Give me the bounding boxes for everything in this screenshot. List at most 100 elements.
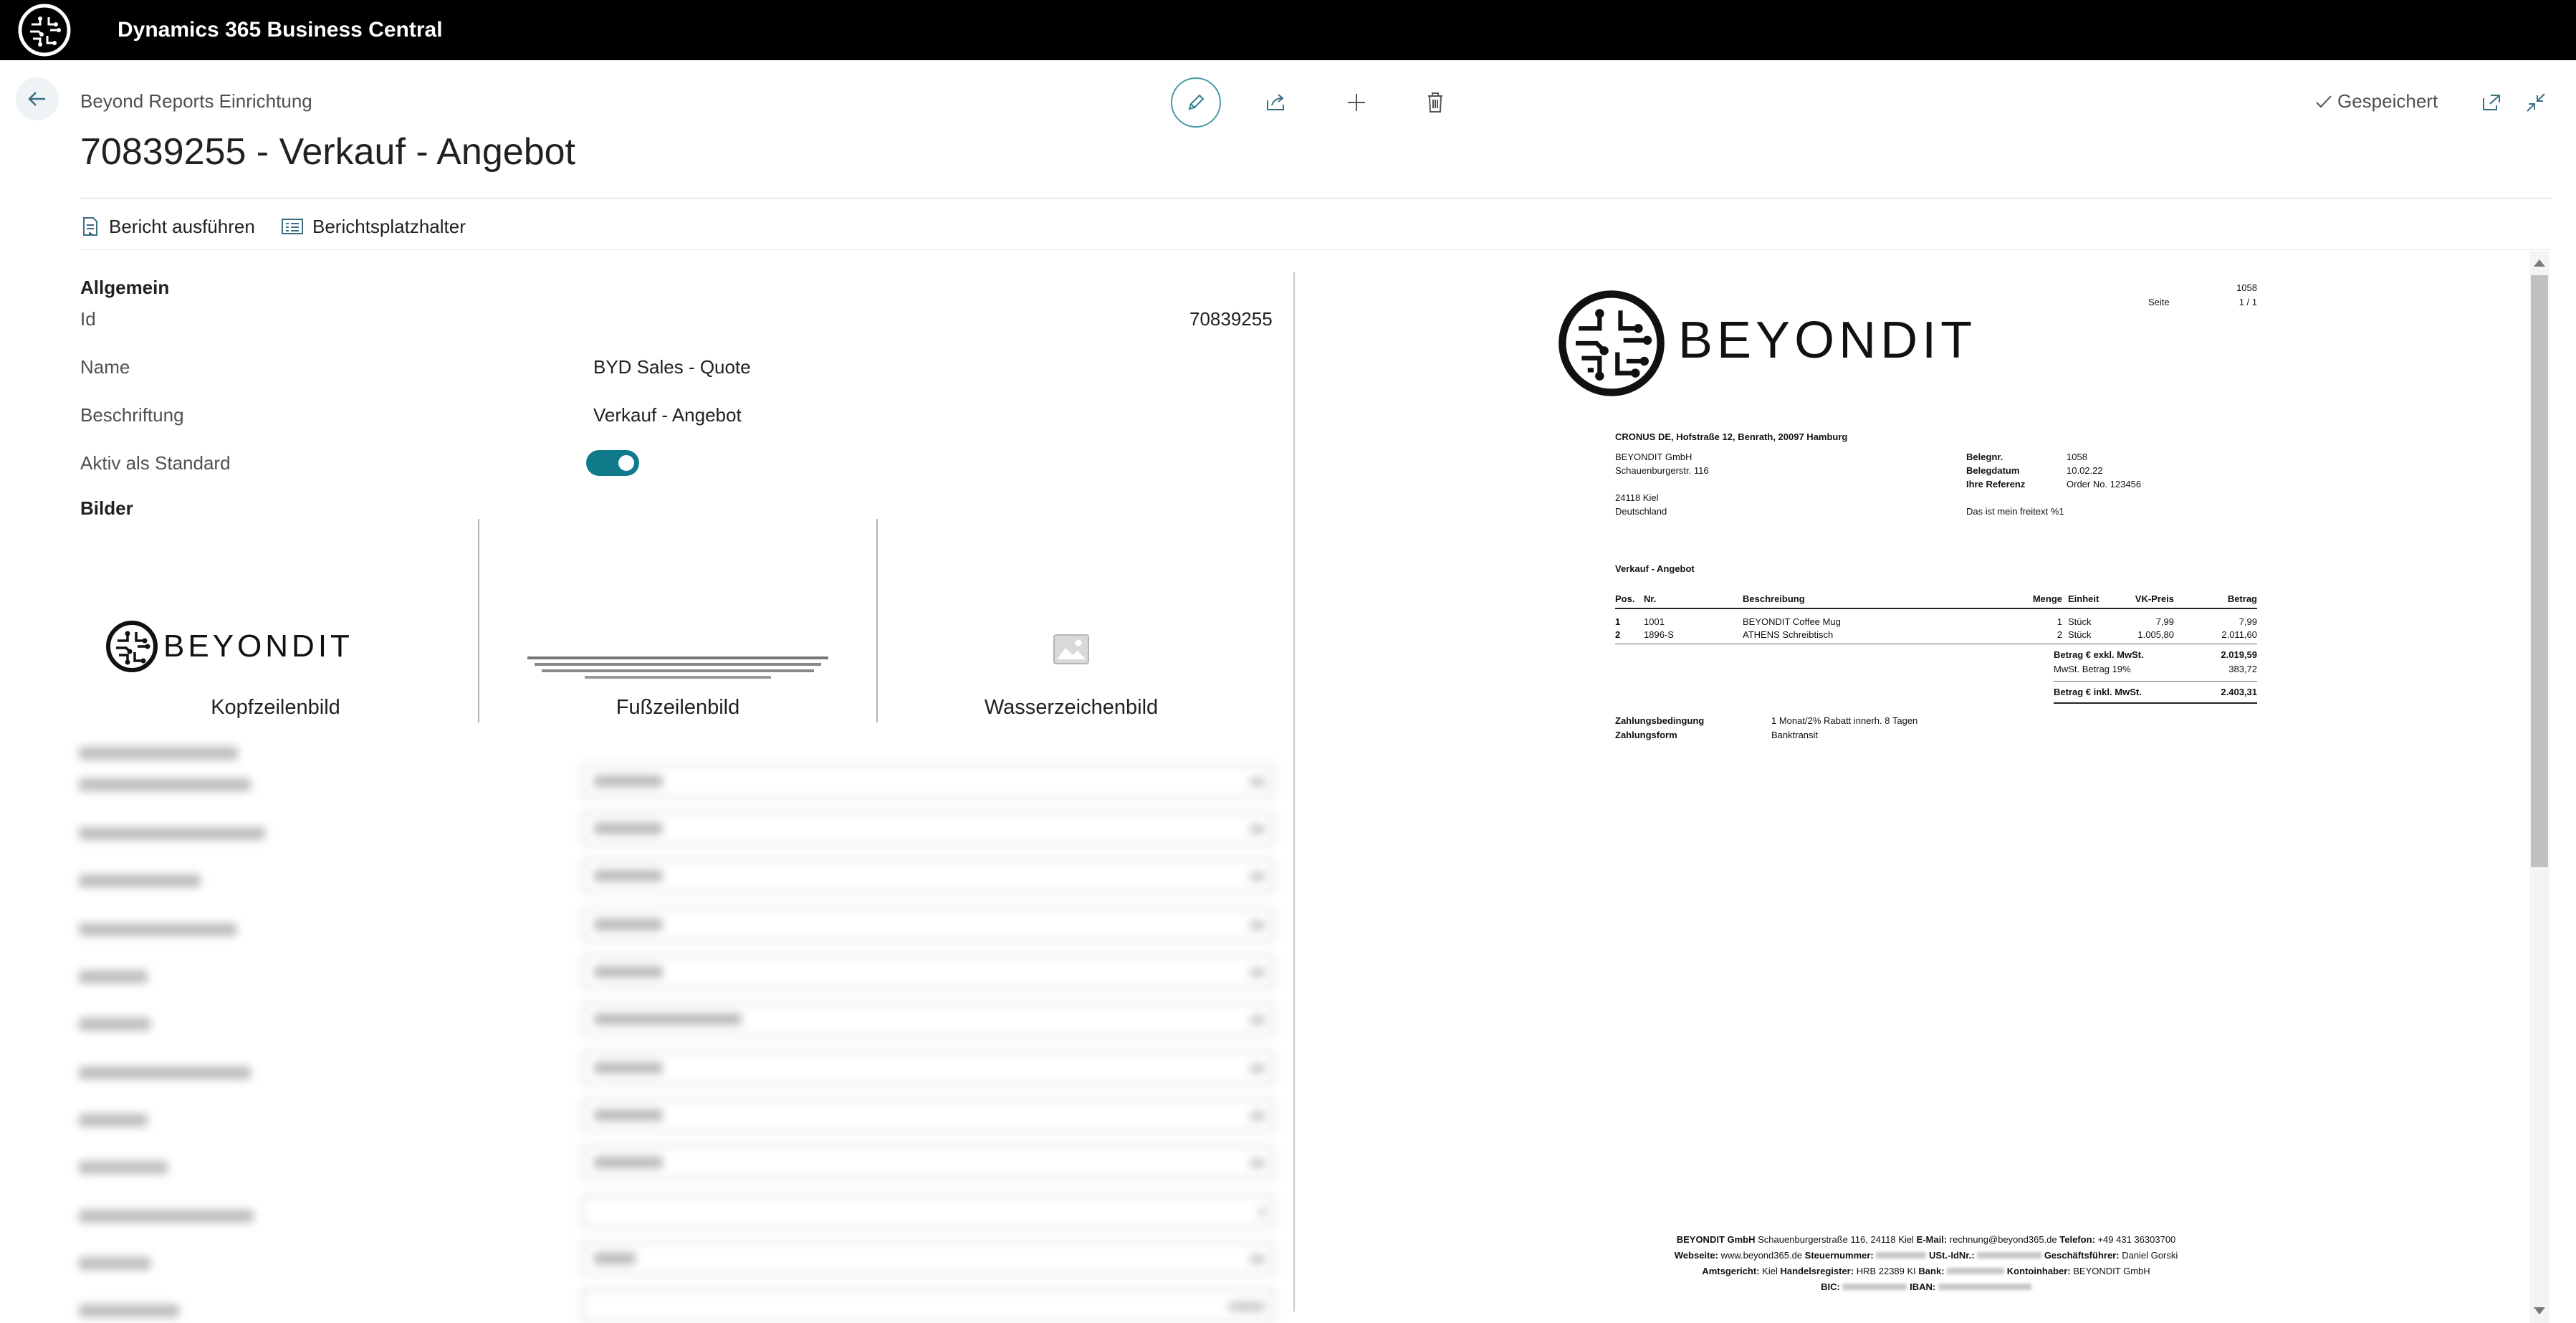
obscured-field[interactable] xyxy=(582,811,1274,846)
watermark-image-caption: Wasserzeichenbild xyxy=(984,696,1159,719)
report-line-price: 1.005,80 xyxy=(2137,629,2174,640)
collapse-icon xyxy=(2527,93,2545,112)
obscured-label xyxy=(79,1210,254,1223)
report-total-excl-label: Betrag € exkl. MwSt. xyxy=(2054,649,2144,660)
report-totals-rule xyxy=(2054,681,2257,682)
new-button[interactable] xyxy=(1331,77,1382,128)
arrow-left-icon xyxy=(28,92,45,106)
open-new-window-button[interactable] xyxy=(2476,87,2507,118)
share-button[interactable] xyxy=(1251,77,1301,128)
report-line-amount: 2.011,60 xyxy=(2221,629,2257,640)
image-placeholder-icon xyxy=(1053,634,1089,664)
scroll-up-icon[interactable] xyxy=(2534,259,2545,267)
scrollbar-thumb[interactable] xyxy=(2531,275,2548,867)
report-address-line: Schauenburgerstr. 116 xyxy=(1615,465,1709,476)
report-col-desc: Beschreibung xyxy=(1743,593,1805,604)
obscured-label xyxy=(79,1114,148,1127)
report-footer-bic-label: BIC: xyxy=(1821,1281,1840,1292)
back-button[interactable] xyxy=(16,77,59,120)
report-col-no: Nr. xyxy=(1644,593,1657,604)
report-meta-value: Order No. 123456 xyxy=(2067,479,2142,489)
report-line-pos: 2 xyxy=(1615,629,1621,640)
obscured-field[interactable] xyxy=(582,1098,1274,1132)
obscured-fields xyxy=(72,731,1290,1323)
header-divider xyxy=(80,198,2552,199)
obscured-field[interactable] xyxy=(582,764,1274,798)
delete-button[interactable] xyxy=(1410,77,1460,128)
obscured-label xyxy=(79,1066,251,1079)
report-footer-holder-label: Kontoinhaber: xyxy=(2006,1266,2071,1276)
report-line-qty: 1 xyxy=(2057,616,2062,627)
obscured-label xyxy=(79,827,265,840)
scroll-down-icon[interactable] xyxy=(2534,1307,2545,1314)
app-logo-icon[interactable] xyxy=(17,3,72,57)
footer-image-preview xyxy=(527,656,828,679)
report-footer-phone-label: Telefon: xyxy=(2059,1234,2095,1245)
plus-icon xyxy=(1348,94,1365,111)
report-line-unit: Stück xyxy=(2068,629,2092,640)
obscured-field[interactable] xyxy=(582,1051,1274,1085)
report-line-pos: 1 xyxy=(1615,616,1621,627)
breadcrumb[interactable]: Beyond Reports Einrichtung xyxy=(80,90,312,113)
obscured-label xyxy=(79,1257,150,1270)
section-general-title[interactable]: Allgemein xyxy=(80,277,169,299)
report-footer-register-label: Handelsregister: xyxy=(1780,1266,1854,1276)
app-title: Dynamics 365 Business Central xyxy=(118,18,443,42)
obscured-field[interactable] xyxy=(582,1241,1274,1276)
report-free-text: Das ist mein freitext %1 xyxy=(1966,506,2064,517)
report-preview: BEYONDIT 1058 Seite 1 / 1 CRONUS DE, Hof… xyxy=(1555,280,2257,1304)
active-default-toggle[interactable] xyxy=(586,450,639,476)
obscured-label xyxy=(79,1018,150,1031)
report-total-excl: 2.019,59 xyxy=(2221,649,2257,660)
report-footer-web-label: Webseite: xyxy=(1674,1250,1718,1261)
trash-icon xyxy=(1428,92,1442,113)
report-placeholder-action[interactable]: Berichtsplatzhalter xyxy=(281,212,466,241)
preview-scrollbar[interactable] xyxy=(2529,251,2549,1323)
obscured-field[interactable] xyxy=(582,955,1274,989)
report-footer-register: HRB 22389 KI xyxy=(1856,1266,1916,1276)
run-report-action[interactable]: Bericht ausführen xyxy=(80,212,255,241)
run-report-label: Bericht ausführen xyxy=(109,215,255,237)
report-total-incl-label: Betrag € inkl. MwSt. xyxy=(2054,687,2142,697)
report-table-rule xyxy=(1615,608,2257,609)
report-line-price: 7,99 xyxy=(2155,616,2174,627)
report-payment-method-label: Zahlungsform xyxy=(1615,730,1677,740)
obscured-field[interactable] xyxy=(582,1002,1274,1036)
report-footer-redacted xyxy=(1876,1252,1927,1258)
report-footer-line-2: Webseite: www.beyond365.de Steuernummer:… xyxy=(1604,1250,2249,1261)
obscured-label xyxy=(79,970,148,983)
report-footer-company: BEYONDIT GmbH xyxy=(1676,1234,1756,1245)
report-footer-bank-label: Bank: xyxy=(1918,1266,1945,1276)
page-title: 70839255 - Verkauf - Angebot xyxy=(80,131,575,173)
share-icon xyxy=(1267,94,1284,110)
obscured-label xyxy=(79,747,238,760)
report-payment-method: Banktransit xyxy=(1771,730,1819,740)
obscured-field[interactable] xyxy=(582,1289,1274,1323)
collapse-button[interactable] xyxy=(2520,87,2552,118)
report-address-line: Deutschland xyxy=(1615,506,1667,517)
obscured-field[interactable] xyxy=(582,1194,1274,1228)
report-footer-email: rechnung@beyond365.de xyxy=(1949,1234,2057,1245)
report-line-no: 1896-S xyxy=(1644,629,1674,640)
pencil-icon xyxy=(1188,94,1205,110)
caption-label: Beschriftung xyxy=(80,404,184,426)
report-footer-phone: +49 431 36303700 xyxy=(2097,1234,2176,1245)
obscured-field[interactable] xyxy=(582,907,1274,942)
caption-value: Verkauf - Angebot xyxy=(593,404,742,426)
open-in-new-window-icon xyxy=(2483,95,2500,110)
obscured-field[interactable] xyxy=(582,1145,1274,1180)
obscured-label xyxy=(79,923,236,936)
header-image-tile[interactable]: BEYONDIT Kopfzeilenbild xyxy=(80,519,471,722)
report-footer-court-label: Amtsgericht: xyxy=(1702,1266,1760,1276)
report-footer-court: Kiel xyxy=(1762,1266,1778,1276)
report-vat: 383,72 xyxy=(2228,664,2257,674)
footer-image-tile[interactable]: Fußzeilenbild xyxy=(479,519,876,722)
report-line-qty: 2 xyxy=(2057,629,2062,640)
section-images-title[interactable]: Bilder xyxy=(80,497,133,520)
header-image-caption: Kopfzeilenbild xyxy=(211,696,340,719)
report-col-pos: Pos. xyxy=(1615,593,1635,604)
obscured-field[interactable] xyxy=(582,859,1274,893)
edit-button[interactable] xyxy=(1171,77,1221,128)
watermark-image-tile[interactable]: Wasserzeichenbild xyxy=(878,519,1265,722)
app-bar: Dynamics 365 Business Central xyxy=(0,0,2576,60)
